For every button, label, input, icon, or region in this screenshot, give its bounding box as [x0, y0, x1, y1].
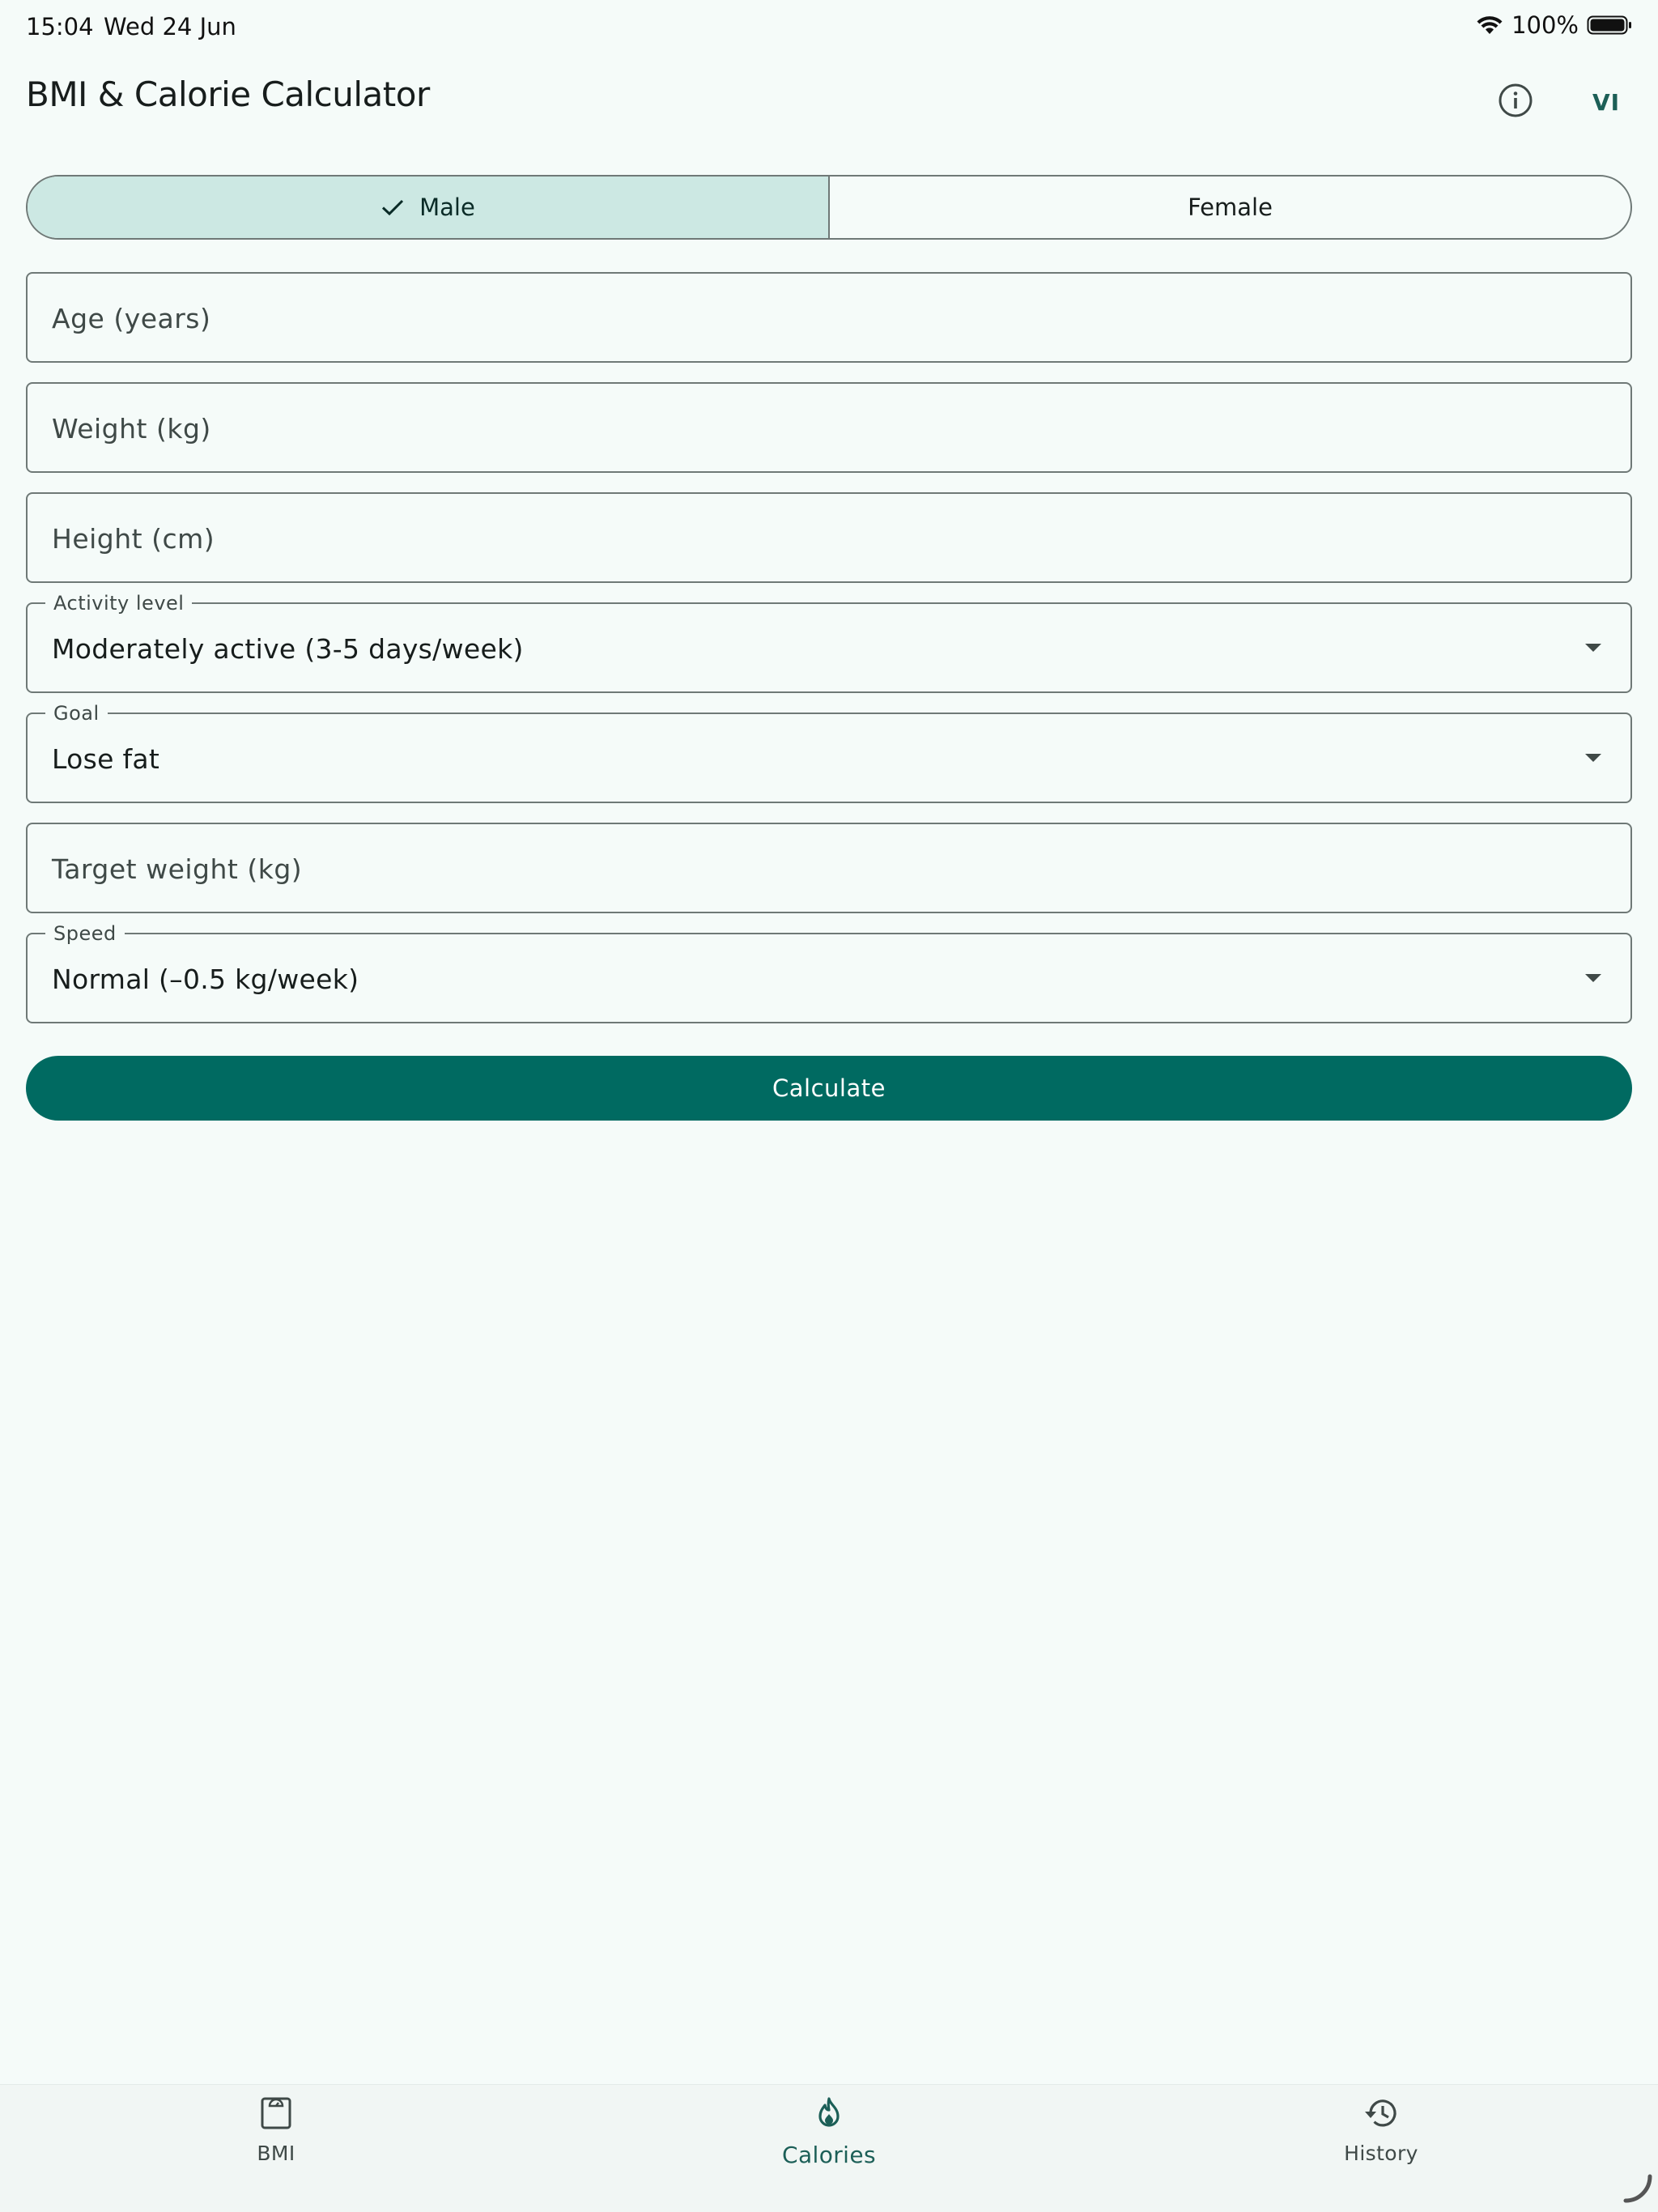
nav-label-calories: Calories [782, 2142, 876, 2168]
target-weight-placeholder: Target weight (kg) [52, 853, 303, 885]
activity-level-select[interactable]: Activity level Moderately active (3-5 da… [26, 592, 1632, 693]
speed-select[interactable]: Speed Normal (–0.5 kg/week) [26, 922, 1632, 1023]
status-indicators: 100% [1476, 11, 1632, 39]
language-toggle-button[interactable]: VI [1574, 73, 1639, 131]
nav-item-history[interactable]: History [1260, 2096, 1503, 2185]
nav-label-bmi: BMI [257, 2142, 295, 2165]
resize-handle-icon [1621, 2172, 1653, 2207]
weight-input[interactable]: Weight (kg) [26, 382, 1632, 473]
flame-icon [813, 2096, 845, 2133]
bottom-navigation: BMI Calories History [0, 2084, 1658, 2212]
app-screen: 15:04 Wed 24 Jun 100% BMI & Calorie Calc… [0, 0, 1658, 2212]
gender-male-segment[interactable]: Male [28, 177, 830, 238]
dropdown-arrow-icon [1584, 751, 1603, 767]
history-icon [1363, 2096, 1400, 2133]
speed-label: Speed [45, 922, 125, 945]
app-title: BMI & Calorie Calculator [26, 74, 430, 114]
nav-item-calories[interactable]: Calories [708, 2096, 950, 2185]
nav-label-history: History [1344, 2142, 1418, 2165]
info-icon [1498, 83, 1533, 121]
status-bar: 15:04 Wed 24 Jun 100% [0, 0, 1658, 52]
gender-female-segment[interactable]: Female [830, 177, 1630, 238]
battery-icon [1587, 15, 1632, 36]
height-placeholder: Height (cm) [52, 523, 215, 555]
status-date: Wed 24 Jun [104, 13, 236, 40]
activity-level-label: Activity level [45, 592, 193, 615]
gender-segmented-control: Male Female [26, 175, 1632, 240]
check-icon [380, 198, 405, 217]
scale-icon [260, 2096, 292, 2133]
activity-level-value: Moderately active (3-5 days/week) [52, 633, 524, 665]
dropdown-arrow-icon [1584, 641, 1603, 657]
gender-male-label: Male [419, 194, 475, 221]
nav-item-bmi[interactable]: BMI [155, 2096, 397, 2185]
target-weight-input[interactable]: Target weight (kg) [26, 823, 1632, 913]
goal-label: Goal [45, 702, 108, 725]
age-input[interactable]: Age (years) [26, 272, 1632, 363]
height-input[interactable]: Height (cm) [26, 492, 1632, 583]
calculate-button[interactable]: Calculate [26, 1056, 1632, 1121]
age-placeholder: Age (years) [52, 303, 211, 334]
info-button[interactable] [1486, 73, 1545, 131]
speed-value: Normal (–0.5 kg/week) [52, 963, 359, 995]
dropdown-arrow-icon [1584, 972, 1603, 987]
goal-value: Lose fat [52, 743, 160, 775]
wifi-icon [1476, 15, 1503, 36]
goal-select[interactable]: Goal Lose fat [26, 702, 1632, 803]
battery-percent: 100% [1511, 11, 1579, 39]
status-time: 15:04 [26, 13, 94, 40]
weight-placeholder: Weight (kg) [52, 413, 211, 445]
gender-female-label: Female [1188, 194, 1273, 221]
